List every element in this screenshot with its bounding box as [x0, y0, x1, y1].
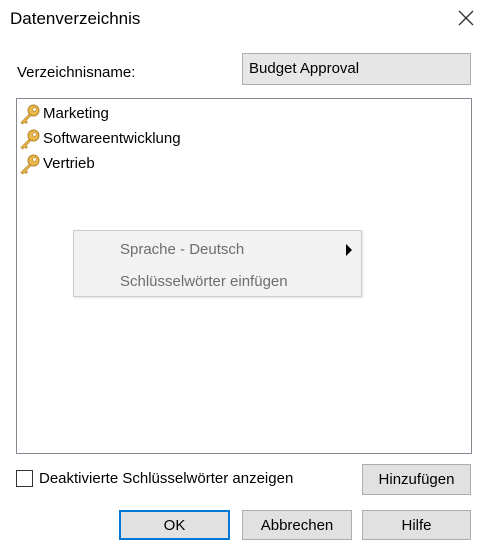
show-disabled-label: Deaktivierte Schlüsselwörter anzeigen	[39, 470, 294, 487]
context-menu: Sprache - Deutsch Schlüsselwörter einfüg…	[73, 230, 362, 297]
close-icon	[452, 4, 480, 32]
list-item-label: Marketing	[43, 105, 109, 122]
show-disabled-checkbox[interactable]	[16, 470, 33, 487]
list-item-softwareentwicklung[interactable]: Softwareentwicklung	[17, 126, 181, 151]
cancel-button[interactable]: Abbrechen	[242, 510, 352, 540]
directory-name-field: Budget Approval	[242, 53, 471, 85]
key-icon	[17, 151, 43, 176]
submenu-arrow-icon	[345, 243, 353, 260]
menu-item-language[interactable]: Sprache - Deutsch	[74, 233, 361, 265]
close-button[interactable]	[452, 4, 480, 32]
list-item-label: Vertrieb	[43, 155, 95, 172]
menu-item-label: Sprache - Deutsch	[120, 240, 245, 258]
directory-name-label: Verzeichnisname:	[17, 64, 136, 81]
key-icon	[17, 101, 43, 126]
list-item-label: Softwareentwicklung	[43, 130, 181, 147]
menu-item-insert-keywords[interactable]: Schlüsselwörter einfügen	[74, 265, 361, 297]
menu-item-label: Schlüsselwörter einfügen	[120, 272, 288, 290]
list-item-vertrieb[interactable]: Vertrieb	[17, 151, 95, 176]
help-button[interactable]: Hilfe	[362, 510, 471, 540]
data-directory-dialog: Datenverzeichnis Verzeichnisname: Budget…	[0, 0, 485, 550]
key-icon	[17, 126, 43, 151]
list-item-marketing[interactable]: Marketing	[17, 101, 109, 126]
ok-button[interactable]: OK	[119, 510, 230, 540]
show-disabled-option[interactable]: Deaktivierte Schlüsselwörter anzeigen	[16, 470, 293, 487]
dialog-title: Datenverzeichnis	[10, 9, 141, 28]
add-button[interactable]: Hinzufügen	[362, 464, 471, 495]
